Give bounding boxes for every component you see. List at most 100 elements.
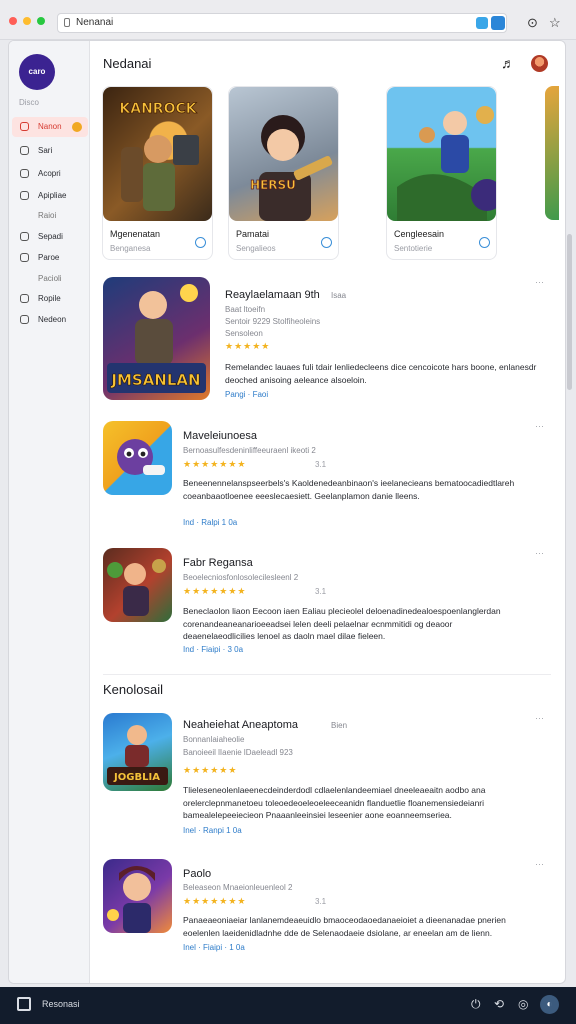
featured-subtitle: Sengalieos — [236, 244, 276, 253]
sidebar-item-label: Apipliae — [38, 191, 67, 200]
featured-art: HERSU — [229, 87, 338, 221]
app-art-graphic: JOGBLIA — [107, 725, 168, 785]
refresh-icon[interactable]: ⟲ — [494, 997, 504, 1011]
featured-card[interactable]: HERSU Pamatai Sengalieos — [228, 86, 339, 260]
featured-title: Mgenenatan — [110, 229, 161, 239]
app-meta: Sensoleon — [225, 329, 263, 338]
app-art-graphic — [107, 866, 155, 933]
sidebar-item-grid[interactable]: Apipliae — [12, 186, 88, 206]
more-options-icon[interactable]: ⋯ — [535, 277, 545, 288]
sidebar-item-search[interactable]: Sari — [12, 141, 88, 161]
app-icon-image: JOGBLIA — [103, 713, 172, 791]
app-name[interactable]: Fabr Regansa — [183, 557, 253, 569]
rating-value: 3.1 — [315, 587, 327, 596]
sidebar-item-settings[interactable]: Paroe — [12, 248, 88, 268]
sidebar-item-home[interactable]: Nanon — [12, 117, 88, 137]
featured-card[interactable]: KANROCK Mgenenatan Benganesa — [102, 86, 213, 260]
more-options-icon[interactable]: ⋯ — [535, 421, 545, 432]
featured-art-graphic: HERSU — [250, 115, 333, 221]
sidebar-subitem[interactable]: Raioi — [12, 206, 88, 226]
featured-title: Pamatai — [236, 229, 270, 239]
maximize-window-button[interactable] — [37, 17, 45, 25]
app-meta: Banoieeil lIaenie lDaeleadl 923 — [183, 748, 293, 757]
rating-stars: ★★★★★★★ — [183, 459, 247, 469]
app-art-graphic: JMSANLAN — [107, 284, 206, 393]
app-name[interactable]: Paolo — [183, 868, 211, 880]
notification-badge — [72, 122, 82, 132]
app-window: caro Disco Nanon Sari Acopri Apipliae Ra… — [8, 40, 566, 984]
sidebar-item-label: Nanon — [38, 122, 62, 131]
sidebar-item-person[interactable]: Sepadi — [12, 227, 88, 247]
app-art-text: JOGBLIA — [113, 772, 160, 783]
app-window-icon[interactable] — [17, 997, 31, 1011]
download-icon[interactable] — [479, 237, 490, 248]
section-title: Kenolosail — [103, 682, 163, 697]
download-icon[interactable] — [321, 237, 332, 248]
app-name[interactable]: Maveleiunoesa — [183, 430, 257, 442]
sidebar-section-label: Disco — [19, 98, 40, 107]
sidebar-item-label: Sari — [38, 146, 53, 155]
globe-icon[interactable]: ◎ — [518, 997, 528, 1011]
app-links[interactable]: Pangi · Faoi — [225, 390, 268, 399]
main-content: Nedanai ♬ KANROCK Mgenenatan Benganesa H… — [91, 41, 565, 983]
featured-card-peek[interactable] — [545, 86, 559, 220]
avatar[interactable] — [531, 55, 548, 72]
app-icon-image — [103, 421, 172, 495]
download-icon[interactable] — [195, 237, 206, 248]
sidebar-item-info[interactable]: Nedeon — [12, 310, 88, 330]
scrollbar[interactable] — [567, 234, 572, 390]
app-links[interactable]: Inel · Fiaipi · 1 0a — [183, 943, 245, 952]
sidebar-item-apps[interactable]: Acopri — [12, 164, 88, 184]
featured-art — [387, 87, 496, 221]
search-icon — [20, 146, 29, 155]
app-icon-image — [103, 548, 172, 622]
library-icon — [20, 294, 29, 303]
page-title: Nedanai — [103, 56, 152, 71]
rating-value: 3.1 — [315, 460, 327, 469]
featured-card[interactable]: Cengleesain Sentotierie — [386, 86, 497, 260]
sidebar-item-label: Raioi — [38, 211, 57, 220]
extension-icon[interactable] — [476, 17, 488, 29]
rating-stars: ★★★★★★ — [183, 765, 238, 775]
featured-subtitle: Benganesa — [110, 244, 151, 253]
sidebar-item-label: Nedeon — [38, 315, 67, 324]
app-name[interactable]: Reaylaelamaan 9th — [225, 289, 320, 301]
app-description: Panaeaeoniaeiar lanlanemdeaeuidlo bmaoce… — [183, 915, 506, 938]
app-description: Remelandec lauaes fuli tdair lenliedecle… — [225, 362, 537, 385]
info-icon — [20, 315, 29, 324]
address-bar[interactable]: Nenanai — [57, 13, 507, 33]
more-options-icon[interactable]: ⋯ — [535, 859, 545, 870]
minimize-window-button[interactable] — [23, 17, 31, 25]
app-name[interactable]: Neaheiehat Aneaptoma — [183, 719, 298, 731]
shield-icon[interactable]: ⊙ — [527, 15, 538, 31]
app-extra: Bien — [331, 721, 348, 730]
assistant-icon[interactable]: ◐ — [540, 995, 559, 1014]
sidebar-item-library[interactable]: Ropile — [12, 289, 88, 309]
close-window-button[interactable] — [9, 17, 17, 25]
app-logo[interactable]: caro — [19, 54, 55, 90]
app-links[interactable]: Ind · Ralpi 1 0a — [183, 518, 237, 527]
app-links[interactable]: Ind · Fiaipi · 3 0a — [183, 645, 243, 654]
more-options-icon[interactable]: ⋯ — [535, 548, 545, 559]
rating-stars: ★★★★★★★ — [183, 896, 247, 906]
featured-subtitle: Sentotierie — [394, 244, 433, 253]
grid-icon — [20, 191, 29, 200]
app-meta: Baat ltoeifn — [225, 305, 266, 314]
taskbar-label[interactable]: Resonasi — [42, 999, 80, 1009]
section-divider — [103, 674, 551, 675]
rating-value: 3.1 — [315, 897, 327, 906]
sidebar-subitem[interactable]: Pacioli — [12, 269, 88, 289]
music-note-icon[interactable]: ♬ — [501, 55, 515, 71]
power-icon[interactable]: ⏻ — [471, 997, 481, 1012]
window-controls — [9, 17, 45, 25]
app-description: Tlieleseneolenlaeenecdeinderdodl cdlaele… — [183, 785, 486, 820]
bookmark-star-icon[interactable]: ☆ — [549, 15, 561, 31]
extension-icon[interactable] — [491, 16, 505, 30]
sidebar: caro Disco Nanon Sari Acopri Apipliae Ra… — [9, 41, 90, 983]
address-text: Nenanai — [76, 17, 114, 28]
featured-art-graphic — [397, 106, 496, 221]
more-options-icon[interactable]: ⋯ — [535, 713, 545, 724]
featured-art: KANROCK — [103, 87, 212, 221]
app-links[interactable]: Inel · Ranpi 1 0a — [183, 826, 242, 835]
sidebar-item-label: Sepadi — [38, 232, 63, 241]
